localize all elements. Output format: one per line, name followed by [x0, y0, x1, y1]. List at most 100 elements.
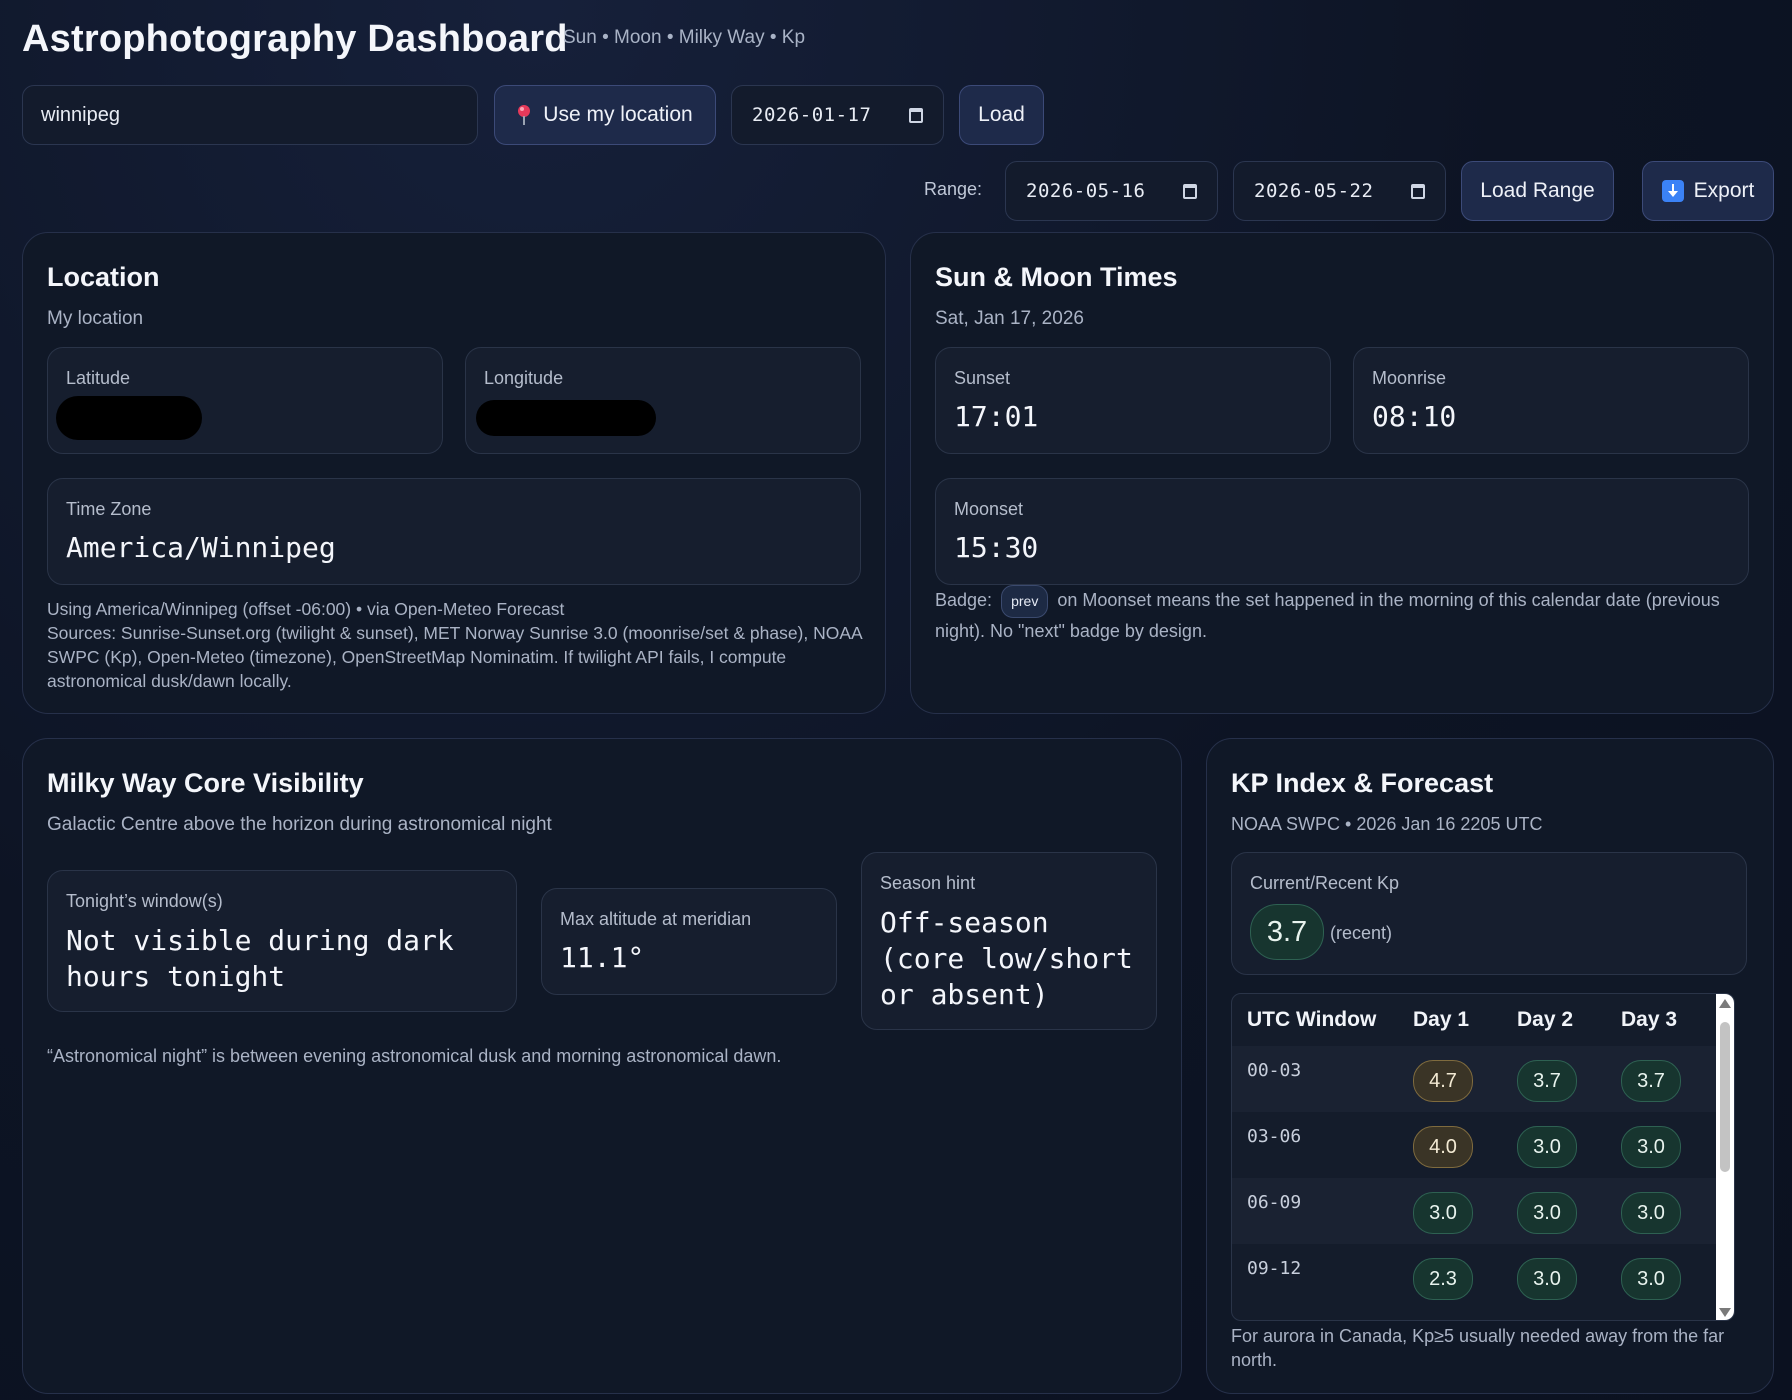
table-header-window: UTC Window	[1247, 1008, 1377, 1031]
calendar-icon[interactable]	[1411, 183, 1425, 199]
max-altitude-label: Max altitude at meridian	[560, 909, 752, 929]
timezone-card: Time Zone America/Winnipeg	[47, 478, 861, 585]
utc-window: 00-03	[1232, 1046, 1413, 1112]
moonset-card: Moonset 15:30	[935, 478, 1749, 585]
utc-window: 06-09	[1232, 1178, 1413, 1244]
table-scrollbar[interactable]	[1716, 994, 1734, 1320]
milky-way-title: Milky Way Core Visibility	[47, 768, 364, 798]
max-altitude-value: 11.1°	[560, 941, 645, 974]
badge-note-line1: on Moonset means the set happened in the…	[1057, 590, 1720, 610]
current-kp-card: Current/Recent Kp 3.7 (recent)	[1231, 852, 1747, 975]
moonrise-value: 08:10	[1372, 400, 1457, 433]
sunset-value: 17:01	[954, 400, 1039, 433]
kp-value-pill: 2.3	[1413, 1258, 1473, 1300]
current-kp-label: Current/Recent Kp	[1250, 873, 1400, 893]
kp-forecast-table[interactable]: UTC Window Day 1 Day 2 Day 3 00-03 4.7 3…	[1231, 993, 1735, 1321]
timezone-value: America/Winnipeg	[66, 531, 336, 564]
season-hint-line3: or absent)	[880, 978, 1049, 1011]
latitude-redacted	[56, 396, 202, 440]
load-range-button[interactable]: Load Range	[1461, 161, 1614, 221]
max-altitude-card: Max altitude at meridian 11.1°	[541, 888, 837, 995]
utc-window: 03-06	[1247, 1126, 1302, 1147]
kp-value-pill: 3.0	[1517, 1192, 1577, 1234]
kp-value-pill: 3.0	[1621, 1192, 1681, 1234]
page-title: Astrophotography Dashboard	[22, 18, 568, 60]
season-hint-line2: (core low/short	[880, 942, 1133, 975]
location-panel: Location My location Latitude Longitude …	[22, 232, 886, 714]
current-kp-suffix: (recent)	[1330, 923, 1393, 943]
kp-value-pill: 3.0	[1621, 1126, 1681, 1168]
range-start-value: 2026-05-16	[1026, 180, 1146, 202]
use-location-label: Use my location	[543, 103, 693, 126]
milky-way-subtitle: Galactic Centre above the horizon during…	[47, 814, 552, 835]
use-location-button[interactable]: Use my location	[494, 85, 716, 145]
tonight-window-line2: hours tonight	[66, 960, 286, 993]
moonrise-card: Moonrise 08:10	[1353, 347, 1749, 454]
longitude-card: Longitude	[465, 347, 861, 454]
kp-source: NOAA SWPC • 2026 Jan 16 2205 UTC	[1231, 814, 1543, 834]
season-hint-value: Off-season (core low/short or absent)	[880, 905, 1133, 1013]
sunset-label: Sunset	[954, 368, 1011, 388]
download-icon	[1661, 180, 1684, 202]
tonight-window-line1: Not visible during dark	[66, 924, 454, 957]
export-label: Export	[1693, 179, 1755, 202]
season-hint-label: Season hint	[880, 873, 976, 893]
date-input-value: 2026-01-17	[752, 104, 872, 126]
sunset-card: Sunset 17:01	[935, 347, 1331, 454]
kp-value-pill: 4.7	[1413, 1060, 1473, 1102]
range-end-input[interactable]: 2026-05-22	[1233, 161, 1446, 221]
location-title: Location	[47, 262, 160, 292]
load-label: Load	[978, 103, 1025, 126]
moonset-label: Moonset	[954, 499, 1024, 519]
current-kp-value: 3.7	[1250, 904, 1324, 960]
badge-prefix: Badge:	[935, 590, 993, 610]
location-sources-note: Sources: Sunrise-Sunset.org (twilight & …	[47, 623, 862, 691]
timezone-label: Time Zone	[66, 499, 152, 519]
export-button[interactable]: Export	[1642, 161, 1774, 221]
sun-moon-date: Sat, Jan 17, 2026	[935, 308, 1084, 329]
calendar-icon[interactable]	[909, 107, 923, 123]
kp-value-pill: 3.7	[1621, 1060, 1681, 1102]
latitude-label: Latitude	[66, 368, 131, 388]
table-header-day2: Day 2	[1517, 1008, 1574, 1031]
location-note-line1: Using America/Winnipeg (offset -06:00) •…	[47, 599, 565, 619]
kp-value-pill: 3.0	[1413, 1192, 1473, 1234]
load-range-label: Load Range	[1480, 179, 1595, 202]
kp-value-pill: 4.0	[1413, 1126, 1473, 1168]
scroll-up-arrow-icon[interactable]	[1719, 999, 1731, 1008]
season-hint-card: Season hint Off-season (core low/short o…	[861, 852, 1157, 1030]
range-end-value: 2026-05-22	[1254, 180, 1374, 202]
range-label: Range:	[924, 179, 983, 199]
load-button[interactable]: Load	[959, 85, 1044, 145]
kp-value-pill: 3.0	[1517, 1126, 1577, 1168]
tonight-window-card: Tonight’s window(s) Not visible during d…	[47, 870, 517, 1012]
pin-icon	[517, 104, 531, 126]
utc-window: 09-12	[1247, 1258, 1302, 1279]
table-header-day1: Day 1	[1413, 1008, 1470, 1031]
range-start-input[interactable]: 2026-05-16	[1005, 161, 1218, 221]
season-hint-line1: Off-season	[880, 906, 1049, 939]
aurora-note: For aurora in Canada, Kp≥5 usually neede…	[1231, 1326, 1725, 1370]
table-row: 03-06 4.0 3.0 3.0	[1232, 1112, 1722, 1178]
location-subtitle: My location	[47, 308, 144, 329]
sun-moon-title: Sun & Moon Times	[935, 262, 1178, 292]
page-subtitle: Sun • Moon • Milky Way • Kp	[563, 27, 806, 48]
scroll-down-arrow-icon[interactable]	[1719, 1308, 1731, 1317]
table-row: 00-03 4.7 3.7 3.7	[1232, 1046, 1722, 1112]
tonight-window-value: Not visible during dark hours tonight	[66, 923, 454, 995]
tonight-window-label: Tonight’s window(s)	[66, 891, 223, 911]
table-header-day3: Day 3	[1621, 1008, 1678, 1031]
calendar-icon[interactable]	[1183, 183, 1197, 199]
table-row: 09-12 2.3 3.0 3.0	[1232, 1244, 1722, 1310]
latitude-card: Latitude	[47, 347, 443, 454]
kp-value-pill: 3.0	[1621, 1258, 1681, 1300]
kp-value-pill: 3.0	[1517, 1258, 1577, 1300]
moonrise-label: Moonrise	[1372, 368, 1447, 388]
date-input[interactable]: 2026-01-17	[731, 85, 944, 145]
search-input[interactable]: winnipeg	[22, 85, 478, 145]
scrollbar-thumb[interactable]	[1720, 1022, 1730, 1172]
kp-value-pill: 3.7	[1517, 1060, 1577, 1102]
table-row: 06-09 3.0 3.0 3.0	[1232, 1178, 1722, 1244]
longitude-label: Longitude	[484, 368, 564, 388]
badge-note-line2: night). No "next" badge by design.	[935, 621, 1207, 641]
